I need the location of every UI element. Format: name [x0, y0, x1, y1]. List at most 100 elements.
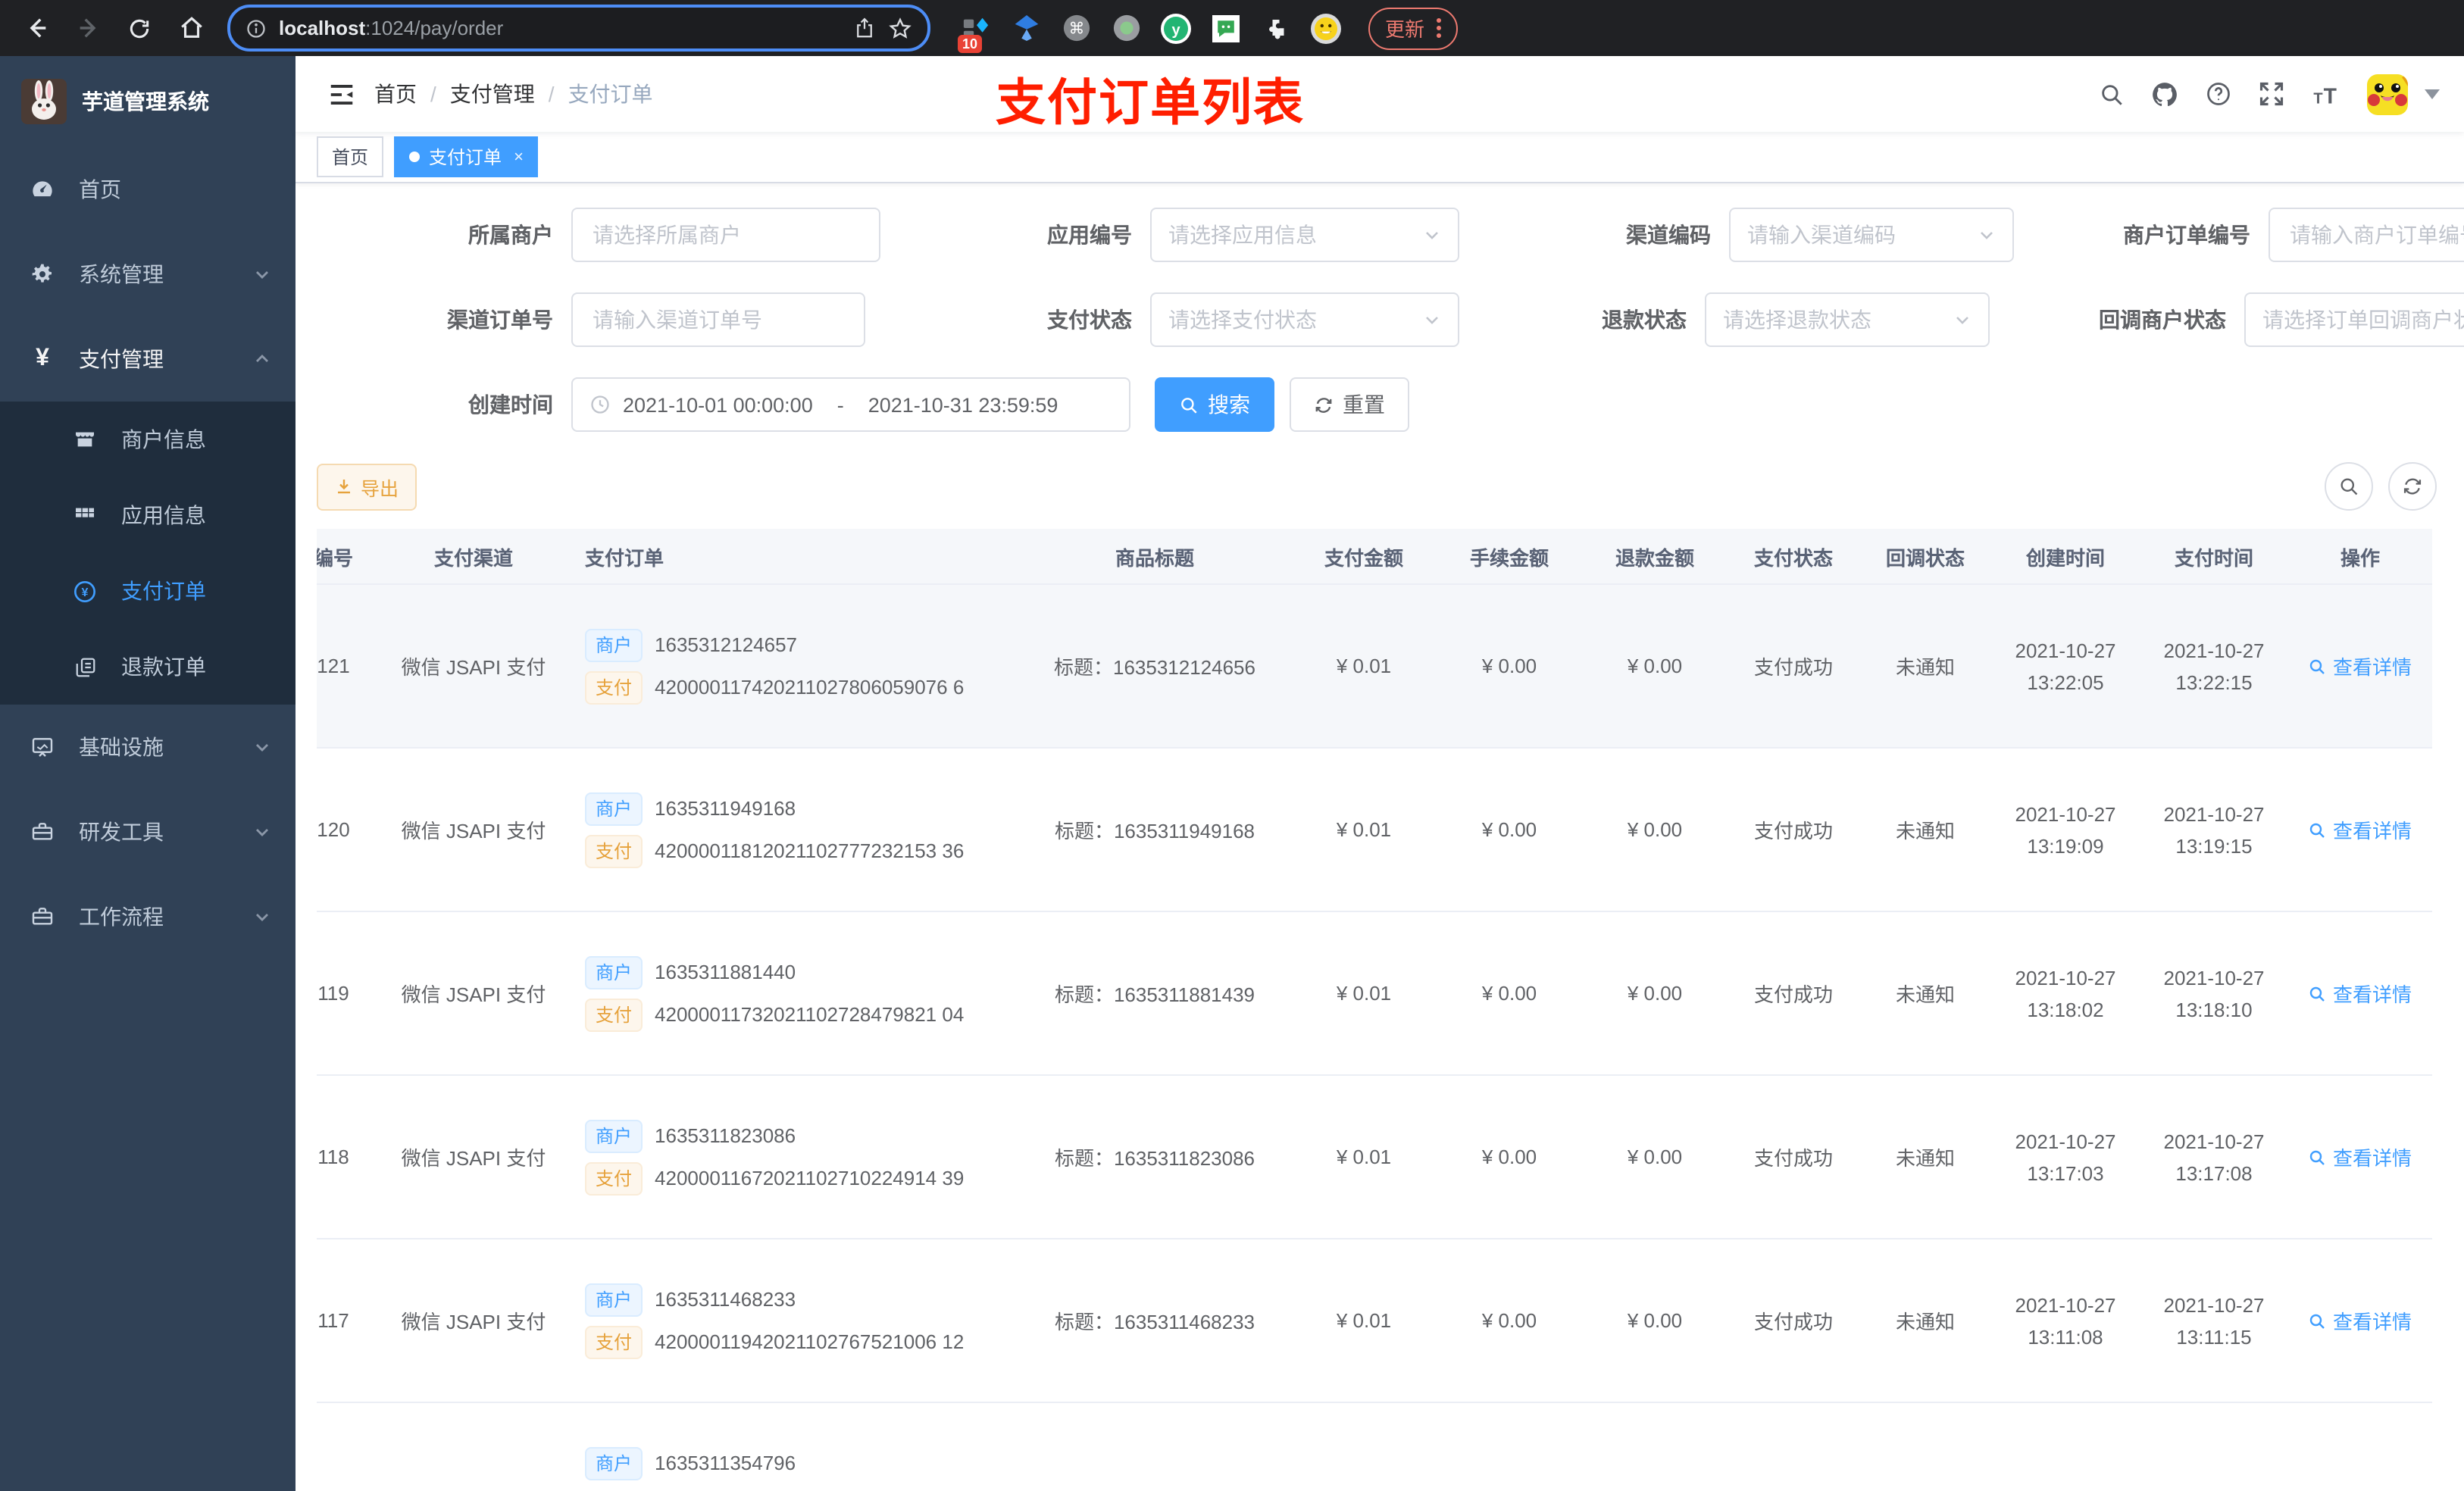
filter-create-time: 创建时间 2021-10-01 00:00:00 - 2021-10-31 23…	[386, 377, 1130, 432]
shop-icon	[73, 427, 97, 452]
active-tab-dot	[409, 152, 421, 162]
breadcrumb-payment[interactable]: 支付管理	[450, 79, 535, 109]
date-range-picker[interactable]: 2021-10-01 00:00:00 - 2021-10-31 23:59:5…	[571, 377, 1130, 432]
extensions-puzzle-icon[interactable]	[1261, 13, 1291, 43]
date-start: 2021-10-01 00:00:00	[623, 393, 813, 416]
pay-status: 支付成功	[1753, 983, 1833, 1006]
refresh-button[interactable]	[2388, 462, 2437, 511]
search-button[interactable]: 搜索	[1155, 377, 1274, 432]
help-icon[interactable]	[2205, 80, 2232, 108]
table-row[interactable]: 117 微信 JSAPI 支付 商户 1635311468233 支付 4200…	[317, 1239, 2432, 1403]
sidebar-item-merchant-info[interactable]: 商户信息	[0, 402, 295, 477]
bookmark-star-icon[interactable]	[888, 16, 912, 40]
extension-y-icon[interactable]: y	[1161, 13, 1191, 43]
svg-text:⌘: ⌘	[1068, 20, 1084, 38]
table-row[interactable]: 121 微信 JSAPI 支付 商户 1635312124657 支付 4200…	[317, 585, 2432, 749]
sidebar-item-payment[interactable]: ¥ 支付管理	[0, 317, 295, 402]
breadcrumb-home[interactable]: 首页	[374, 79, 417, 109]
browser-home-icon[interactable]	[170, 7, 212, 49]
extension-record-icon[interactable]	[1111, 13, 1141, 43]
pay-amount: ¥ 0.01	[1336, 655, 1392, 677]
site-info-icon[interactable]	[245, 17, 267, 39]
toggle-search-button[interactable]	[2325, 462, 2373, 511]
profile-emoji-icon[interactable]	[1311, 13, 1341, 43]
channel-pay-no: 42000011732021102728479821 04	[655, 1003, 965, 1026]
address-bar[interactable]: localhost:1024/pay/order	[227, 5, 930, 52]
merchant-tag: 商户	[585, 1283, 643, 1316]
notify-status: 未通知	[1895, 1147, 1955, 1170]
view-detail-link[interactable]: 查看详情	[2309, 979, 2412, 1008]
extension-kite-icon[interactable]	[1011, 13, 1041, 43]
sidebar-item-system[interactable]: 系统管理	[0, 232, 295, 317]
sidebar-item-dev-tools[interactable]: 研发工具	[0, 789, 295, 874]
browser-toolbar: localhost:1024/pay/order 10 ⌘ y 更新	[0, 0, 2464, 56]
chevron-down-icon	[1978, 226, 1996, 244]
merchant-order-no: 1635311881440	[655, 961, 796, 983]
view-detail-link[interactable]: 查看详情	[2309, 815, 2412, 844]
tab-home[interactable]: 首页	[317, 136, 384, 177]
browser-update-button[interactable]: 更新	[1368, 7, 1459, 49]
sidebar-item-label: 支付管理	[79, 347, 164, 371]
sidebar-fold-icon[interactable]	[314, 67, 368, 121]
view-detail-link[interactable]: 查看详情	[2309, 1142, 2412, 1171]
sidebar-item-workflow[interactable]: 工作流程	[0, 874, 295, 959]
export-button[interactable]: 导出	[317, 463, 417, 510]
fullscreen-icon[interactable]	[2258, 80, 2285, 108]
pay-amount: ¥ 0.01	[1336, 982, 1392, 1005]
github-icon[interactable]	[2150, 80, 2179, 108]
fee-amount: ¥ 0.00	[1481, 1146, 1537, 1168]
tab-close-icon[interactable]: ×	[514, 148, 524, 166]
merchant-tag: 商户	[585, 1446, 643, 1480]
extension-pin-icon[interactable]: 10	[958, 13, 991, 52]
circled-yen-icon: ¥	[73, 578, 97, 604]
sidebar-item-home[interactable]: 首页	[0, 147, 295, 232]
channel-code-select[interactable]: 请输入渠道编码	[1729, 208, 2014, 262]
pay-status-select[interactable]: 请选择支付状态	[1150, 292, 1459, 347]
browser-menu-icon[interactable]	[1437, 18, 1442, 38]
sidebar: 芋道管理系统 首页 系统管理 ¥ 支付管理 商户信息 应用信息 ¥ 支付订单 退…	[0, 56, 295, 1491]
browser-reload-icon[interactable]	[118, 7, 161, 49]
channel-pay-no: 42000011942021102767521006 12	[655, 1330, 965, 1353]
notify-status: 未通知	[1895, 983, 1955, 1006]
create-time: 2021-10-27 13:22:05	[2015, 639, 2116, 693]
grid-icon	[73, 503, 97, 527]
channel-order-no-input[interactable]	[589, 306, 847, 333]
payment-submenu: 商户信息 应用信息 ¥ 支付订单 退款订单	[0, 402, 295, 705]
merchant-order-no: 1635311468233	[655, 1288, 796, 1311]
share-icon[interactable]	[853, 17, 876, 39]
create-time: 2021-10-27 13:17:03	[2015, 1130, 2116, 1184]
sidebar-item-infrastructure[interactable]: 基础设施	[0, 705, 295, 789]
notify-status-select[interactable]: 请选择订单回调商户状态	[2244, 292, 2464, 347]
refund-amount: ¥ 0.00	[1627, 982, 1683, 1005]
extension-chat-icon[interactable]	[1211, 13, 1241, 43]
user-avatar[interactable]	[2367, 73, 2408, 114]
merchant-order-no-input[interactable]	[2287, 221, 2464, 248]
table-row[interactable]: 商户 1635311354796 支付 查看详情	[317, 1403, 2432, 1491]
table-row[interactable]: 119 微信 JSAPI 支付 商户 1635311881440 支付 4200…	[317, 912, 2432, 1076]
table-row[interactable]: 118 微信 JSAPI 支付 商户 1635311823086 支付 4200…	[317, 1076, 2432, 1239]
filter-notify-status: 回调商户状态 请选择订单回调商户状态	[2032, 292, 2464, 347]
extension-command-icon[interactable]: ⌘	[1061, 13, 1091, 43]
page-title-annotation: 支付订单列表	[996, 74, 1305, 130]
refund-status-select[interactable]: 请选择退款状态	[1705, 292, 1990, 347]
table-row[interactable]: 120 微信 JSAPI 支付 商户 1635311949168 支付 4200…	[317, 749, 2432, 912]
merchant-order-no: 1635312124657	[655, 633, 798, 656]
reset-button[interactable]: 重置	[1290, 377, 1409, 432]
fee-amount: ¥ 0.00	[1481, 1309, 1537, 1332]
browser-forward-icon[interactable]	[67, 7, 109, 49]
search-icon[interactable]	[2099, 81, 2125, 107]
tab-pay-order[interactable]: 支付订单 ×	[394, 136, 539, 177]
avatar-caret-icon[interactable]	[2425, 89, 2440, 99]
browser-back-icon[interactable]	[15, 7, 58, 49]
channel-pay-no: 42000011812021102777232153 36	[655, 839, 965, 862]
sidebar-item-pay-order[interactable]: ¥ 支付订单	[0, 553, 295, 629]
app-no-select[interactable]: 请选择应用信息	[1150, 208, 1459, 262]
fee-amount: ¥ 0.00	[1481, 982, 1537, 1005]
view-detail-link[interactable]: 查看详情	[2309, 652, 2412, 680]
sidebar-item-app-info[interactable]: 应用信息	[0, 477, 295, 553]
sidebar-item-refund-order[interactable]: 退款订单	[0, 629, 295, 705]
toolbox-icon	[30, 905, 55, 929]
view-detail-link[interactable]: 查看详情	[2309, 1306, 2412, 1335]
merchant-input[interactable]	[589, 221, 862, 248]
font-size-icon[interactable]: TT	[2311, 81, 2341, 107]
